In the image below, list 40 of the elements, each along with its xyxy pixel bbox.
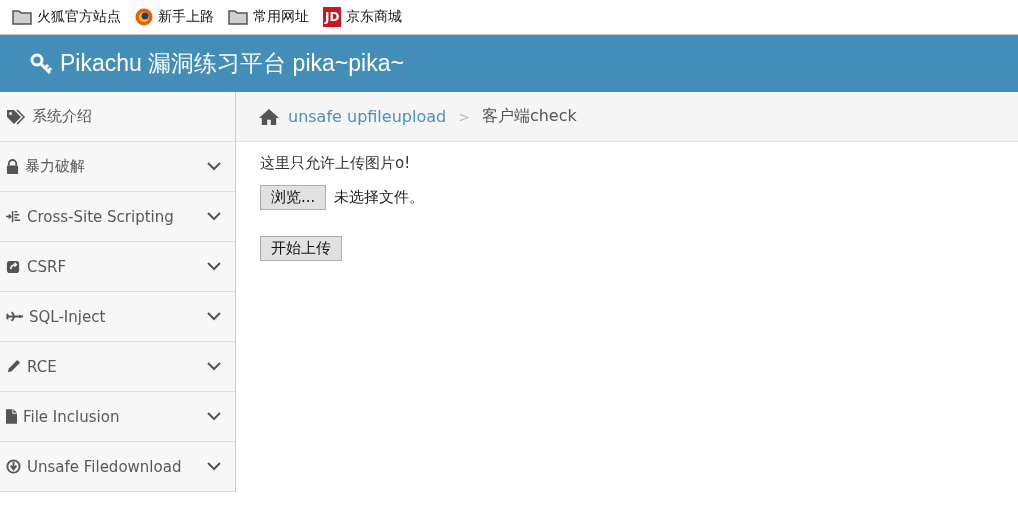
sidebar-item[interactable]: RCE [0,342,235,392]
bookmark-link[interactable]: 京东商城 [346,8,403,26]
chevron-icon [207,312,221,321]
logo[interactable]: JD [323,7,342,27]
folder-icon[interactable] [12,9,32,25]
file-status: 未选择文件。 [334,188,425,207]
home-icon[interactable] [258,107,280,126]
chevron-icon [207,162,221,171]
chevron-icon [207,362,221,371]
notice-text: 这里只允许上传图片o! [260,154,412,173]
breadcrumb-current: 客户端check [481,106,577,127]
plane-icon [6,311,23,322]
sidebar-item[interactable]: Unsafe Filedownload [0,442,235,492]
key-icon [30,51,54,76]
folder-icon[interactable] [228,9,248,25]
chevron-icon [207,412,221,421]
browse-button[interactable]: 浏览... [260,185,327,210]
indent-icon [6,209,21,224]
sidebar-item[interactable]: SQL-Inject [0,292,235,342]
sidebar-item[interactable]: 暴力破解 [0,142,235,192]
pencil-icon [6,359,21,374]
lock-icon [6,159,19,174]
sidebar-item[interactable]: CSRF [0,242,235,292]
upload-button[interactable]: 开始上传 [260,236,342,261]
bookmark-link[interactable]: 火狐官方站点 [37,8,121,26]
tag-icon [6,108,26,125]
chevron-icon [207,262,221,271]
chevron-icon [207,462,221,471]
sidebar-item[interactable]: 系统介绍 [0,92,235,142]
app-title: Pikachu 漏洞练习平台 pika~pika~ [60,49,404,78]
file-icon [6,409,17,424]
sidebar-item[interactable]: File Inclusion [0,392,235,442]
bookmark-link[interactable]: 新手上路 [158,8,214,26]
breadcrumb-separator: > [458,108,470,125]
sidebar-item[interactable]: Cross-Site Scripting [0,192,235,242]
share-icon [6,259,21,274]
bookmark-link[interactable]: 常用网址 [253,8,309,26]
chevron-icon [207,212,221,221]
globe-icon[interactable] [135,8,153,26]
download-icon [6,459,21,474]
